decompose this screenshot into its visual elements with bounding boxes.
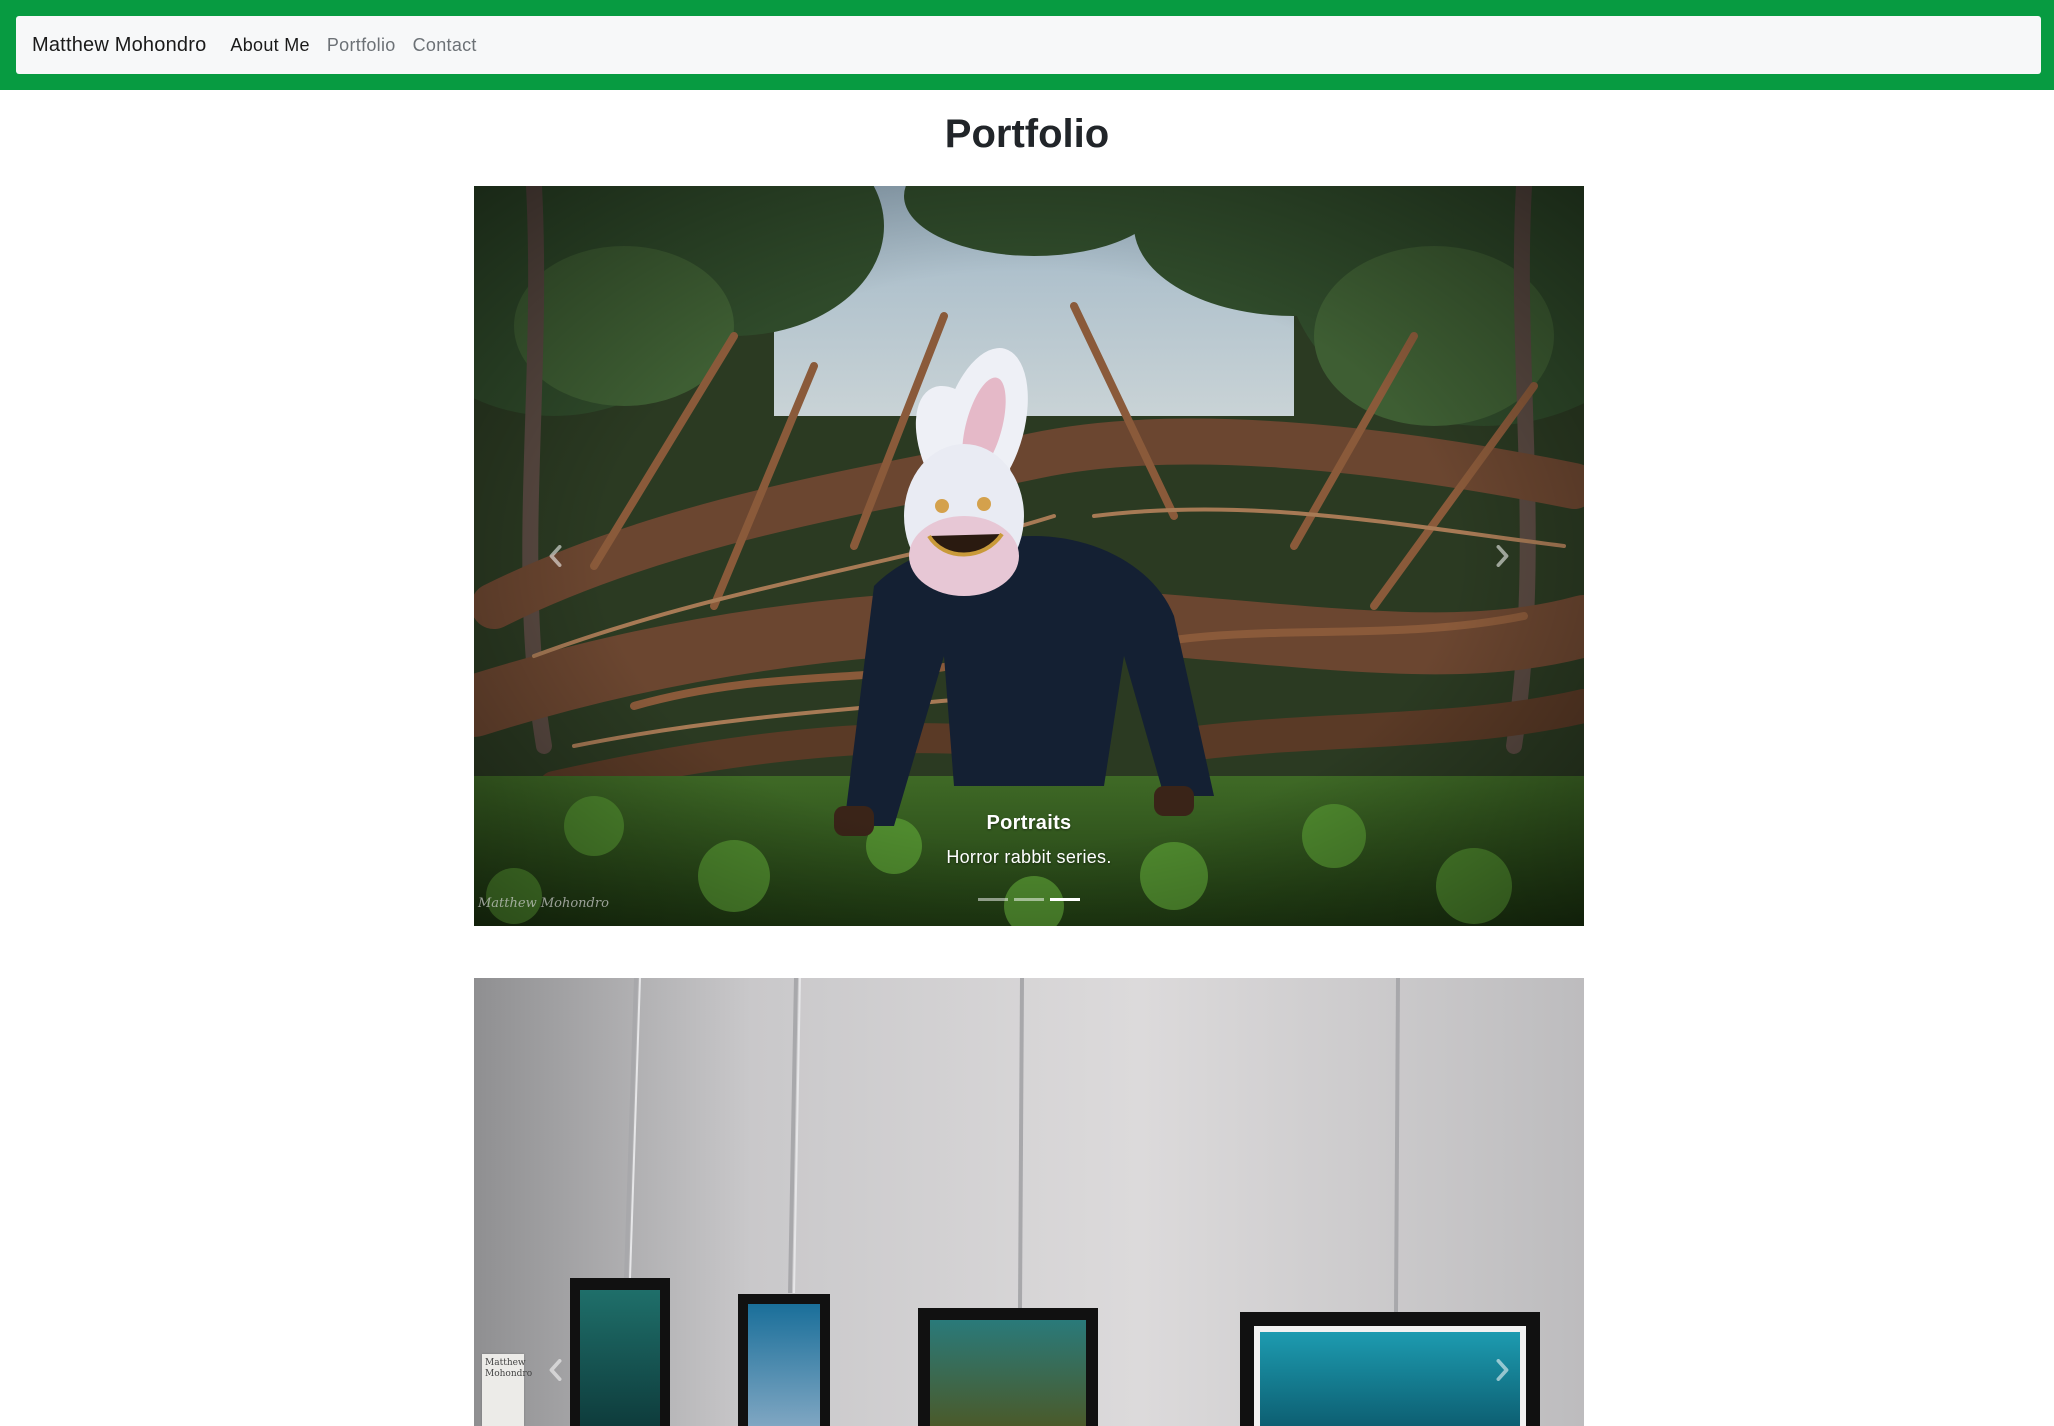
portrait-caption: Portraits Horror rabbit series.	[474, 812, 1584, 868]
nav-link-portfolio[interactable]: Portfolio	[327, 35, 396, 56]
caption-title: Portraits	[986, 812, 1072, 834]
carousel-indicators	[474, 898, 1584, 901]
chevron-left-icon	[549, 1359, 562, 1381]
portrait-next-control[interactable]	[1482, 536, 1522, 576]
gallery-slide-image	[474, 978, 1584, 1426]
navbar-frame: Matthew Mohondro About Me Portfolio Cont…	[0, 0, 2054, 90]
chevron-right-icon	[1496, 1359, 1509, 1381]
gallery-prev-control[interactable]	[536, 1350, 576, 1390]
page-title: Portfolio	[944, 112, 1110, 156]
indicator-1[interactable]	[978, 898, 1008, 901]
gallery-carousel: Matthew Mohondro	[474, 978, 1584, 1426]
portrait-carousel: Portraits Horror rabbit series. Matthew …	[474, 186, 1584, 926]
caption-text: Horror rabbit series.	[946, 847, 1112, 867]
indicator-3[interactable]	[1050, 898, 1080, 901]
navbar: Matthew Mohondro About Me Portfolio Cont…	[16, 16, 2041, 74]
nav-link-about-me[interactable]: About Me	[230, 35, 309, 56]
indicator-2[interactable]	[1014, 898, 1044, 901]
chevron-left-icon	[549, 545, 562, 567]
chevron-right-icon	[1496, 545, 1509, 567]
photo-watermark: Matthew Mohondro	[478, 896, 609, 911]
exhibit-placard: Matthew Mohondro	[482, 1354, 532, 1426]
gallery-next-control[interactable]	[1482, 1350, 1522, 1390]
portrait-prev-control[interactable]	[536, 536, 576, 576]
brand-link[interactable]: Matthew Mohondro	[32, 34, 206, 57]
nav-link-contact[interactable]: Contact	[413, 35, 477, 56]
